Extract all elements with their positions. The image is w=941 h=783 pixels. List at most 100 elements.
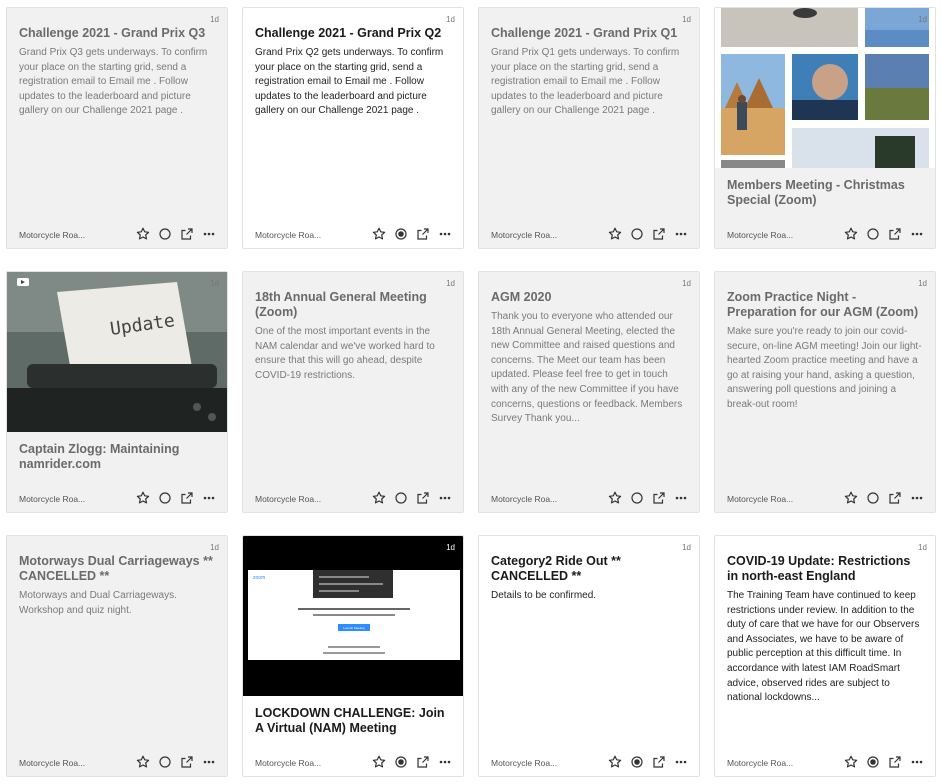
star-icon[interactable] xyxy=(135,490,151,506)
article-card[interactable]: 1d Challenge 2021 - Grand Prix Q1 Grand … xyxy=(478,7,700,249)
source-name[interactable]: Motorcycle Roa... xyxy=(19,758,85,768)
article-title[interactable]: Captain Zlogg: Maintaining namrider.com xyxy=(19,442,213,472)
article-card[interactable]: Update 1d Captain Zlogg: Maintaining nam… xyxy=(6,271,228,513)
more-icon[interactable] xyxy=(437,754,453,770)
source-name[interactable]: Motorcycle Roa... xyxy=(19,494,85,504)
source-name[interactable]: Motorcycle Roa... xyxy=(491,758,557,768)
article-card[interactable]: zoom Launch Meeting 1d LOCKDOWN CHALLENG… xyxy=(242,535,464,777)
photo-collage-thumbnail[interactable] xyxy=(715,8,936,168)
open-external-icon[interactable] xyxy=(651,226,667,242)
article-card[interactable]: 1d Zoom Practice Night - Preparation for… xyxy=(714,271,936,513)
article-card[interactable]: 1d Category2 Ride Out ** CANCELLED ** De… xyxy=(478,535,700,777)
card-footer: Motorcycle Roa... xyxy=(243,220,463,248)
mark-read-icon[interactable] xyxy=(157,226,173,242)
star-icon[interactable] xyxy=(607,754,623,770)
more-icon[interactable] xyxy=(201,490,217,506)
more-icon[interactable] xyxy=(909,226,925,242)
more-icon[interactable] xyxy=(909,754,925,770)
article-card[interactable]: 1d Members Meeting - Christmas Special (… xyxy=(714,7,936,249)
age-label: 1d xyxy=(210,543,219,552)
mark-read-icon[interactable] xyxy=(629,490,645,506)
open-external-icon[interactable] xyxy=(651,754,667,770)
mark-unread-icon[interactable] xyxy=(629,754,645,770)
mark-read-icon[interactable] xyxy=(865,490,881,506)
article-title[interactable]: Members Meeting - Christmas Special (Zoo… xyxy=(727,178,921,208)
star-icon[interactable] xyxy=(843,226,859,242)
article-snippet: Thank you to everyone who attended our 1… xyxy=(491,311,683,425)
open-external-icon[interactable] xyxy=(887,490,903,506)
card-footer: Motorcycle Roa... xyxy=(7,220,227,248)
source-name[interactable]: Motorcycle Roa... xyxy=(727,230,793,240)
star-icon[interactable] xyxy=(607,490,623,506)
source-name[interactable]: Motorcycle Roa... xyxy=(491,494,557,504)
article-snippet: Make sure you're ready to join our covid… xyxy=(727,326,922,410)
star-icon[interactable] xyxy=(371,226,387,242)
launch-meeting-text: Launch Meeting xyxy=(343,626,365,630)
article-card[interactable]: 1d Challenge 2021 - Grand Prix Q2 Grand … xyxy=(242,7,464,249)
mark-read-icon[interactable] xyxy=(629,226,645,242)
article-snippet: Grand Prix Q2 gets underways. To confirm… xyxy=(255,47,444,117)
more-icon[interactable] xyxy=(201,754,217,770)
open-external-icon[interactable] xyxy=(179,490,195,506)
star-icon[interactable] xyxy=(607,226,623,242)
mark-read-icon[interactable] xyxy=(157,490,173,506)
star-icon[interactable] xyxy=(135,226,151,242)
open-external-icon[interactable] xyxy=(415,754,431,770)
open-external-icon[interactable] xyxy=(179,754,195,770)
star-icon[interactable] xyxy=(371,490,387,506)
article-card[interactable]: 1d 18th Annual General Meeting (Zoom) On… xyxy=(242,271,464,513)
source-name[interactable]: Motorcycle Roa... xyxy=(19,230,85,240)
mark-unread-icon[interactable] xyxy=(393,226,409,242)
more-icon[interactable] xyxy=(673,490,689,506)
open-external-icon[interactable] xyxy=(887,754,903,770)
article-card[interactable]: 1d COVID-19 Update: Restrictions in nort… xyxy=(714,535,936,777)
more-icon[interactable] xyxy=(673,754,689,770)
open-external-icon[interactable] xyxy=(179,226,195,242)
article-title[interactable]: Category2 Ride Out ** CANCELLED ** xyxy=(491,554,685,584)
article-title[interactable]: Challenge 2021 - Grand Prix Q2 xyxy=(255,26,449,41)
star-icon[interactable] xyxy=(135,754,151,770)
mark-read-icon[interactable] xyxy=(157,754,173,770)
article-title[interactable]: COVID-19 Update: Restrictions in north-e… xyxy=(727,554,921,584)
age-label: 1d xyxy=(918,15,927,24)
source-name[interactable]: Motorcycle Roa... xyxy=(727,758,793,768)
source-name[interactable]: Motorcycle Roa... xyxy=(255,230,321,240)
article-card[interactable]: 1d Challenge 2021 - Grand Prix Q3 Grand … xyxy=(6,7,228,249)
article-snippet: Grand Prix Q1 gets underways. To confirm… xyxy=(491,47,680,117)
mark-read-icon[interactable] xyxy=(393,490,409,506)
mark-unread-icon[interactable] xyxy=(865,754,881,770)
more-icon[interactable] xyxy=(437,490,453,506)
mark-read-icon[interactable] xyxy=(865,226,881,242)
open-external-icon[interactable] xyxy=(415,490,431,506)
card-footer: Motorcycle Roa... xyxy=(715,748,935,776)
open-external-icon[interactable] xyxy=(415,226,431,242)
more-icon[interactable] xyxy=(201,226,217,242)
star-icon[interactable] xyxy=(843,490,859,506)
age-label: 1d xyxy=(210,15,219,24)
open-external-icon[interactable] xyxy=(651,490,667,506)
card-footer: Motorcycle Roa... xyxy=(479,484,699,512)
article-card[interactable]: 1d Motorways Dual Carriageways ** CANCEL… xyxy=(6,535,228,777)
more-icon[interactable] xyxy=(673,226,689,242)
open-external-icon[interactable] xyxy=(887,226,903,242)
article-title[interactable]: Motorways Dual Carriageways ** CANCELLED… xyxy=(19,554,213,584)
article-card[interactable]: 1d AGM 2020 Thank you to everyone who at… xyxy=(478,271,700,513)
article-title[interactable]: Challenge 2021 - Grand Prix Q1 xyxy=(491,26,685,41)
zoom-screenshot-thumbnail[interactable]: zoom Launch Meeting xyxy=(243,536,464,696)
mark-unread-icon[interactable] xyxy=(393,754,409,770)
article-title[interactable]: AGM 2020 xyxy=(491,290,685,305)
more-icon[interactable] xyxy=(437,226,453,242)
article-title[interactable]: Zoom Practice Night - Preparation for ou… xyxy=(727,290,921,320)
more-icon[interactable] xyxy=(909,490,925,506)
star-icon[interactable] xyxy=(371,754,387,770)
source-name[interactable]: Motorcycle Roa... xyxy=(255,494,321,504)
source-name[interactable]: Motorcycle Roa... xyxy=(727,494,793,504)
source-name[interactable]: Motorcycle Roa... xyxy=(255,758,321,768)
star-icon[interactable] xyxy=(843,754,859,770)
age-label: 1d xyxy=(210,279,219,288)
article-title[interactable]: LOCKDOWN CHALLENGE: Join A Virtual (NAM)… xyxy=(255,706,449,736)
typewriter-thumbnail[interactable]: Update xyxy=(7,272,228,432)
source-name[interactable]: Motorcycle Roa... xyxy=(491,230,557,240)
article-title[interactable]: Challenge 2021 - Grand Prix Q3 xyxy=(19,26,213,41)
article-title[interactable]: 18th Annual General Meeting (Zoom) xyxy=(255,290,449,320)
